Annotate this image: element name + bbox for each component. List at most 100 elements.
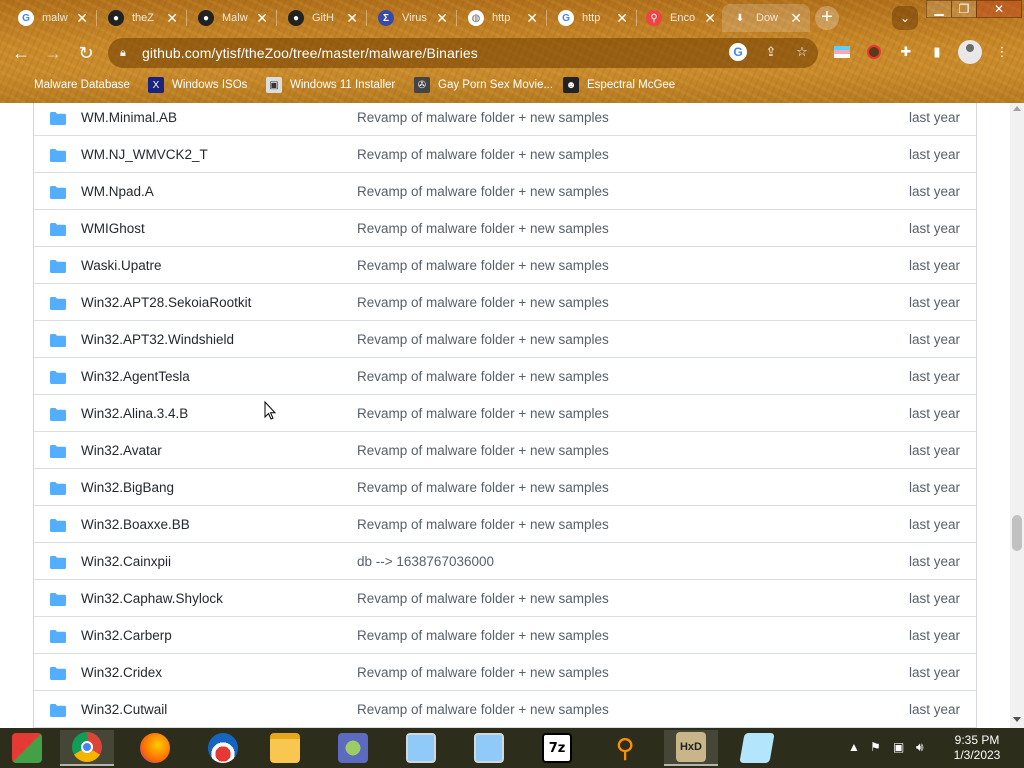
taskbar-app-obama[interactable] — [196, 730, 250, 766]
table-row[interactable]: Win32.APT28.SekoiaRootkit Revamp of malwa… — [34, 284, 976, 321]
file-name-link[interactable]: Win32.Boaxxe.BB — [81, 517, 190, 532]
taskbar-chrome[interactable] — [60, 730, 114, 766]
file-name-link[interactable]: WMIGhost — [81, 221, 145, 236]
commit-message-link[interactable]: Revamp of malware folder + new samples — [357, 221, 609, 236]
close-icon[interactable]: ✕ — [76, 10, 88, 27]
commit-message-link[interactable]: Revamp of malware folder + new samples — [357, 591, 609, 606]
volume-icon[interactable]: 🔊︎ — [916, 740, 924, 756]
bookmark-movie-site[interactable]: ✇ Gay Porn Sex Movie... — [414, 74, 553, 96]
commit-message-link[interactable]: Revamp of malware folder + new samples — [357, 369, 609, 384]
minimize-button[interactable]: ▁ — [926, 0, 952, 18]
commit-message-link[interactable]: Revamp of malware folder + new samples — [357, 628, 609, 643]
file-name-link[interactable]: Win32.BigBang — [81, 480, 174, 495]
commit-message-link[interactable]: Revamp of malware folder + new samples — [357, 147, 609, 162]
network-status-icon[interactable]: ▣ — [893, 740, 904, 756]
restore-button[interactable]: ❐ — [951, 0, 977, 18]
show-hidden-icons-chevron-icon[interactable]: ▲ — [848, 740, 860, 756]
taskbar-7zip[interactable]: 7z — [530, 730, 584, 766]
file-name-link[interactable]: Win32.Cridex — [81, 665, 162, 680]
table-row[interactable]: Win32.Cainxpii db --> 1638767036000 last y… — [34, 543, 976, 580]
close-icon[interactable]: ✕ — [790, 10, 802, 27]
close-icon[interactable]: ✕ — [526, 10, 538, 27]
tab-encode[interactable]: ⚲ Enco ✕ — [636, 4, 724, 32]
close-icon[interactable]: ✕ — [346, 10, 358, 27]
close-icon[interactable]: ✕ — [436, 10, 448, 27]
system-clock[interactable]: 9:35 PM 1/3/2023 — [940, 733, 1014, 763]
table-row[interactable]: WM.NJ_WMVCK2_T Revamp of malware folder +… — [34, 136, 976, 173]
table-row[interactable]: Win32.Cutwail Revamp of malware folder + … — [34, 691, 976, 728]
close-icon[interactable]: ✕ — [166, 10, 178, 27]
file-name-link[interactable]: Win32.APT28.SekoiaRootkit — [81, 295, 251, 310]
tab-malware-search[interactable]: G malw ✕ — [8, 4, 96, 32]
file-name-link[interactable]: Win32.Cutwail — [81, 702, 167, 717]
more-menu-icon[interactable]: ⋮ — [992, 42, 1012, 62]
side-panel-icon[interactable]: ▮ — [927, 42, 947, 62]
table-row[interactable]: Win32.Carberp Revamp of malware folder + … — [34, 617, 976, 654]
new-tab-button[interactable]: + — [815, 6, 839, 30]
taskbar-file-explorer[interactable] — [258, 730, 312, 766]
taskbar-search-tool[interactable]: ⚲ — [598, 730, 652, 766]
tab-search-button[interactable]: ⌄ — [892, 6, 918, 30]
bookmark-windows-11-installer[interactable]: ▣ Windows 11 Installer — [266, 74, 395, 96]
file-name-link[interactable]: Win32.AgentTesla — [81, 369, 190, 384]
commit-message-link[interactable]: Revamp of malware folder + new samples — [357, 295, 609, 310]
taskbar-hxd[interactable]: HxD — [664, 730, 718, 766]
table-row[interactable]: Win32.Avatar Revamp of malware folder + n… — [34, 432, 976, 469]
scroll-down-icon[interactable] — [1013, 717, 1021, 722]
close-icon[interactable]: ✕ — [616, 10, 628, 27]
commit-message-link[interactable]: Revamp of malware folder + new samples — [357, 702, 609, 717]
commit-message-link[interactable]: Revamp of malware folder + new samples — [357, 517, 609, 532]
commit-message-link[interactable]: Revamp of malware folder + new samples — [357, 258, 609, 273]
commit-message-link[interactable]: Revamp of malware folder + new samples — [357, 443, 609, 458]
bookmark-windows-isos[interactable]: X Windows ISOs — [148, 74, 247, 96]
tab-http-1[interactable]: ◍ http ✕ — [458, 4, 546, 32]
close-icon[interactable]: ✕ — [704, 10, 716, 27]
file-name-link[interactable]: Win32.Carberp — [81, 628, 172, 643]
taskbar-firefox[interactable] — [128, 730, 182, 766]
bookmark-espectral-mcgee[interactable]: ☻ Espectral McGee — [563, 74, 675, 96]
close-icon[interactable]: ✕ — [256, 10, 268, 27]
commit-message-link[interactable]: Revamp of malware folder + new samples — [357, 110, 609, 125]
extensions-puzzle-icon[interactable]: ✚ — [896, 42, 916, 62]
taskbar-notepad[interactable] — [730, 730, 784, 766]
forward-button[interactable]: → — [40, 40, 66, 66]
tab-virustotal[interactable]: Σ Virus ✕ — [368, 4, 456, 32]
google-lens-icon[interactable]: G — [729, 43, 747, 61]
table-row[interactable]: Win32.BigBang Revamp of malware folder + … — [34, 469, 976, 506]
file-name-link[interactable]: WM.Minimal.AB — [81, 110, 177, 125]
commit-message-link[interactable]: Revamp of malware folder + new samples — [357, 332, 609, 347]
table-row[interactable]: WMIGhost Revamp of malware folder + new s… — [34, 210, 976, 247]
file-name-link[interactable]: WM.NJ_WMVCK2_T — [81, 147, 208, 162]
file-name-link[interactable]: Win32.Caphaw.Shylock — [81, 591, 223, 606]
table-row[interactable]: Win32.Caphaw.Shylock Revamp of malware fo… — [34, 580, 976, 617]
file-name-link[interactable]: Win32.Avatar — [81, 443, 162, 458]
tab-malware-github[interactable]: ● Malw ✕ — [188, 4, 276, 32]
table-row[interactable]: Win32.APT32.Windshield Revamp of malware … — [34, 321, 976, 358]
table-row[interactable]: Waski.Upatre Revamp of malware folder + n… — [34, 247, 976, 284]
table-row[interactable]: Win32.Boaxxe.BB Revamp of malware folder … — [34, 506, 976, 543]
taskbar-remote-desktop-2[interactable] — [462, 730, 516, 766]
file-name-link[interactable]: WM.Npad.A — [81, 184, 154, 199]
file-name-link[interactable]: Win32.APT32.Windshield — [81, 332, 234, 347]
start-button[interactable] — [0, 730, 54, 766]
commit-message-link[interactable]: Revamp of malware folder + new samples — [357, 406, 609, 421]
reload-button[interactable]: ↻ — [73, 40, 99, 66]
taskbar-remote-desktop-1[interactable] — [394, 730, 448, 766]
table-row[interactable]: Win32.Cridex Revamp of malware folder + n… — [34, 654, 976, 691]
action-center-flag-icon[interactable]: ⚑ — [870, 740, 881, 756]
scroll-up-icon[interactable] — [1013, 106, 1021, 111]
tab-thezoo[interactable]: ● theZ ✕ — [98, 4, 186, 32]
close-window-button[interactable]: ✕ — [976, 0, 1022, 18]
bookmark-malware-database[interactable]: Malware Database — [16, 74, 130, 96]
table-row[interactable]: Win32.AgentTesla Revamp of malware folder… — [34, 358, 976, 395]
scrollbar-thumb[interactable] — [1012, 515, 1022, 551]
file-name-link[interactable]: Win32.Alina.3.4.B — [81, 406, 188, 421]
bookmark-star-icon[interactable]: ☆ — [793, 43, 811, 61]
back-button[interactable]: ← — [8, 40, 34, 66]
profile-avatar[interactable] — [958, 40, 982, 64]
page-scrollbar[interactable] — [1010, 103, 1024, 728]
taskbar-network-app[interactable] — [326, 730, 380, 766]
commit-message-link[interactable]: Revamp of malware folder + new samples — [357, 480, 609, 495]
table-row[interactable]: WM.Npad.A Revamp of malware folder + new … — [34, 173, 976, 210]
extension-avatar-icon[interactable] — [864, 42, 884, 62]
